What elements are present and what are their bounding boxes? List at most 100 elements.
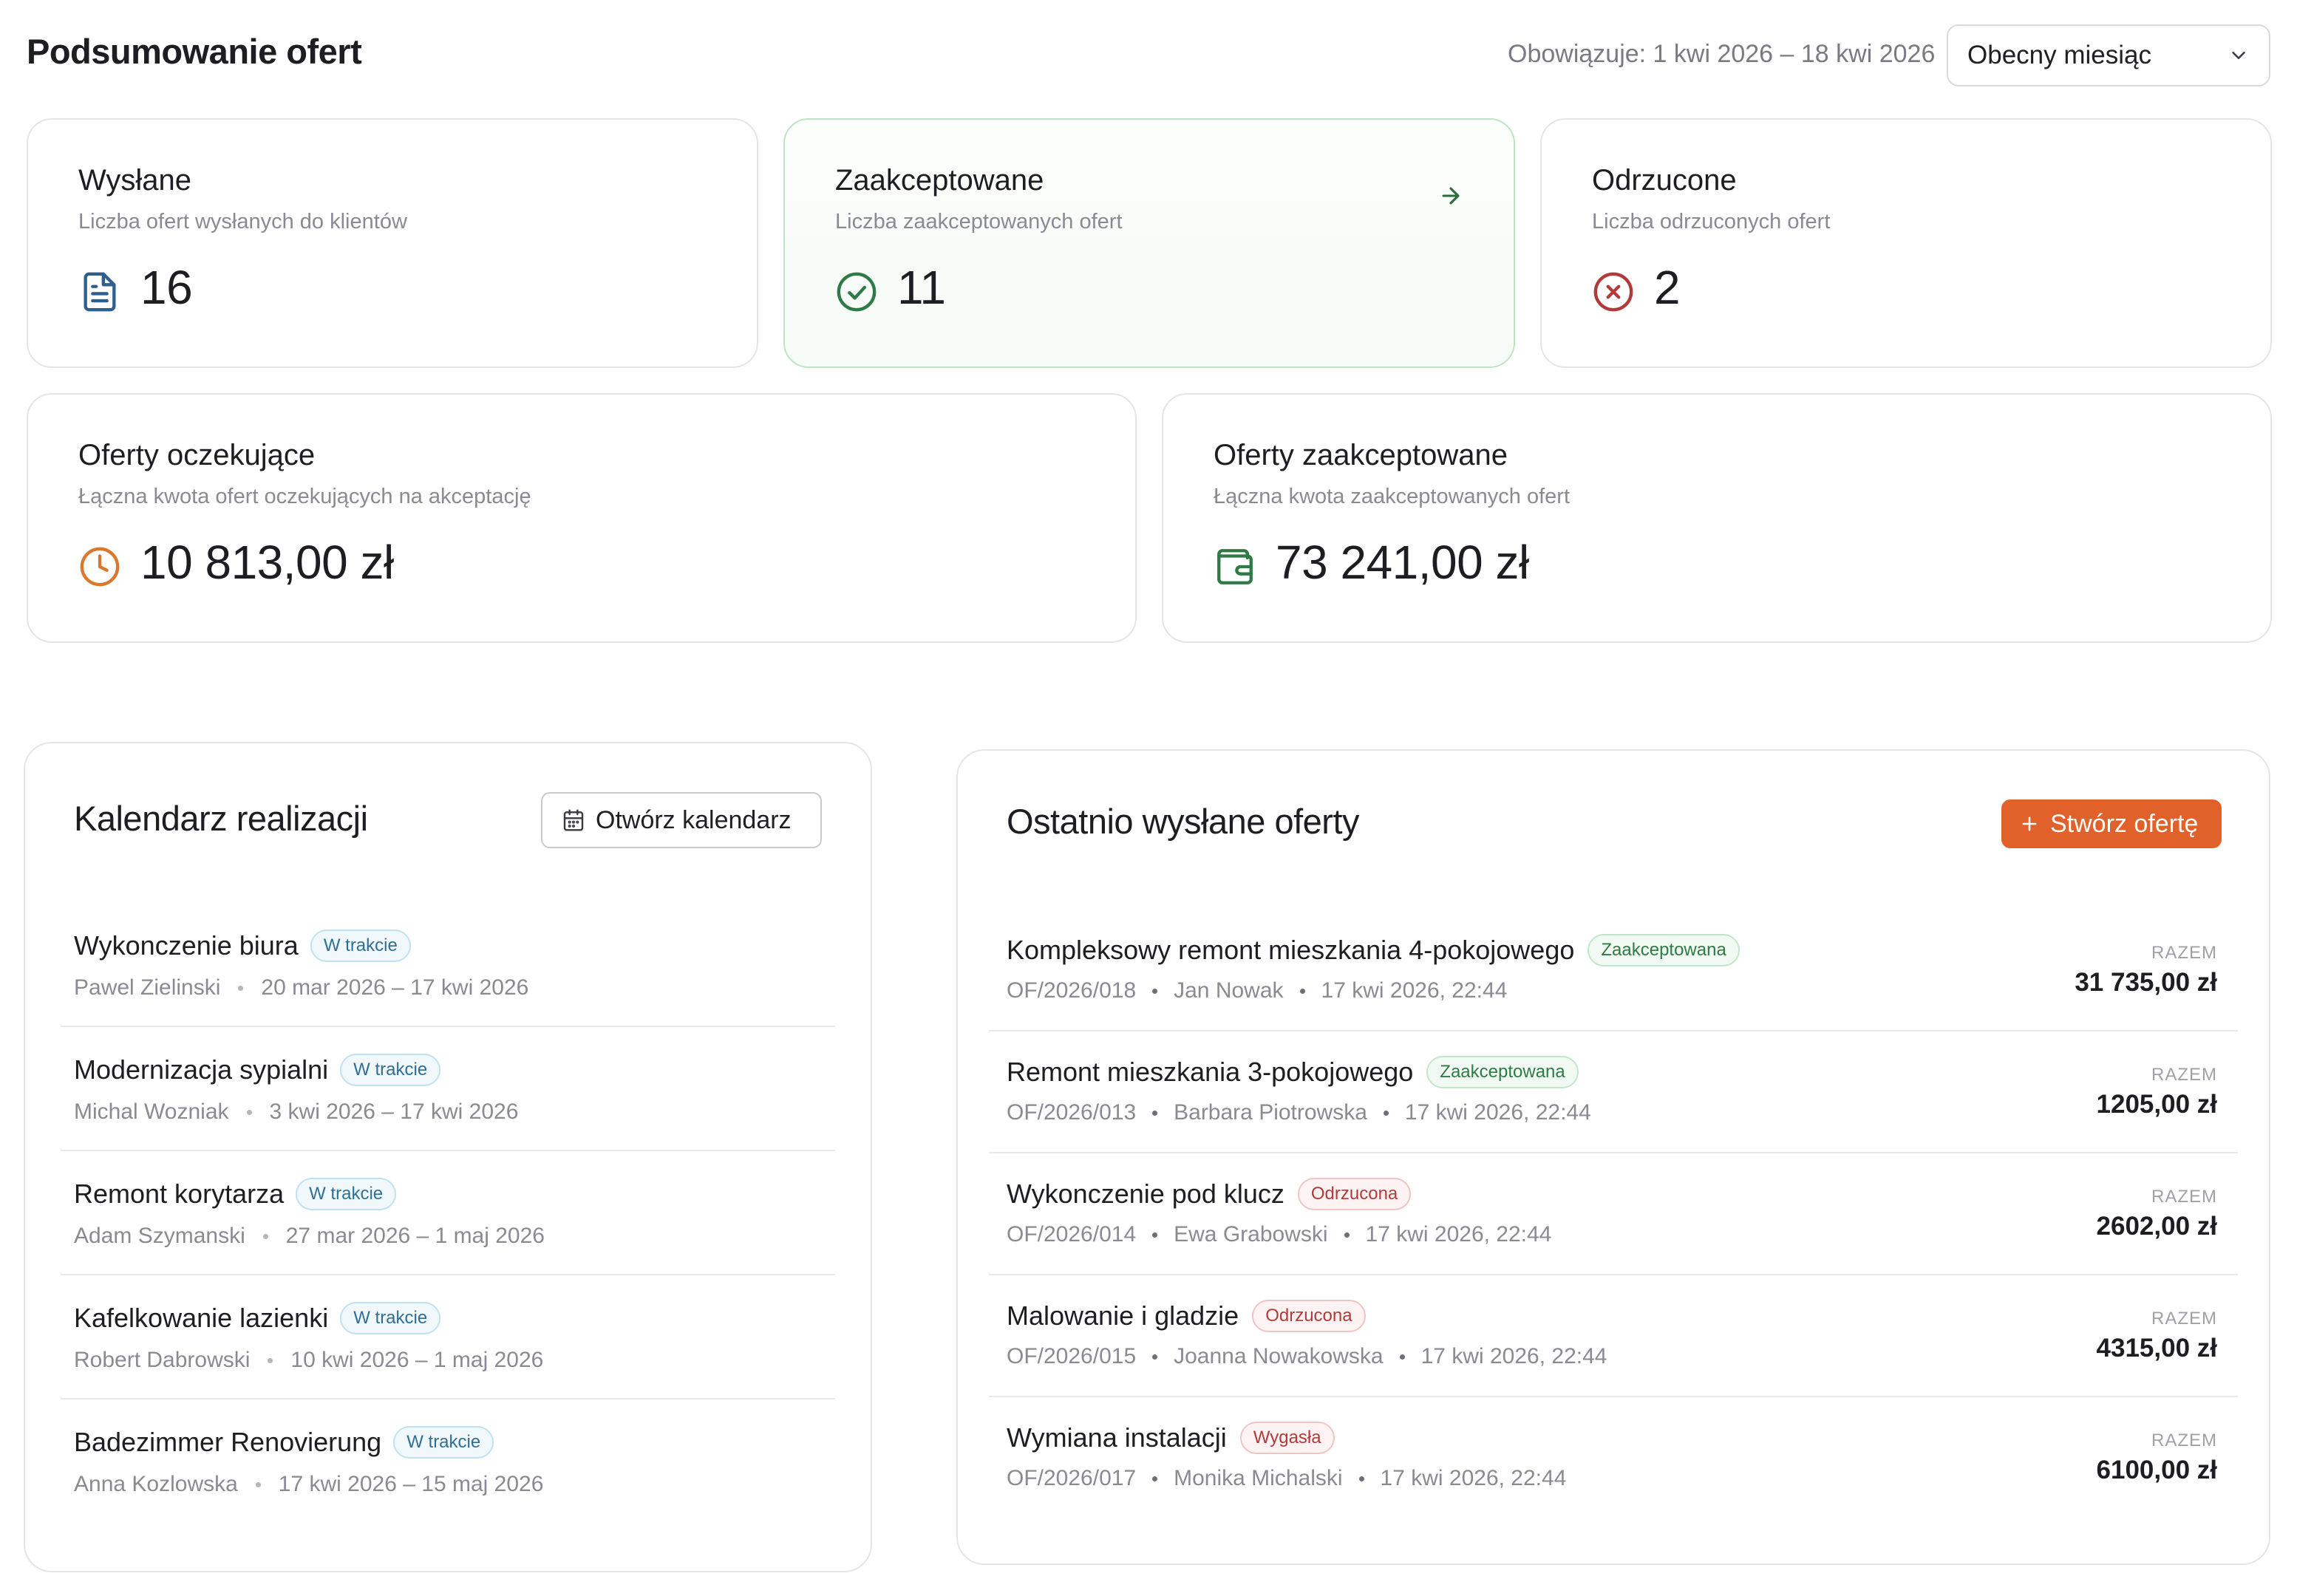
separator-dot xyxy=(1399,1354,1405,1360)
separator-dot xyxy=(268,1357,273,1363)
total-label: RAZEM xyxy=(2151,1430,2217,1450)
offer-date: 17 kwi 2026, 22:44 xyxy=(1380,1466,1567,1490)
calendar-item-title: Modernizacja sypialni xyxy=(74,1054,329,1085)
calendar-item-title: Wykonczenie biura xyxy=(74,930,299,961)
separator-dot xyxy=(1383,1110,1389,1116)
stat-card-rejected: Odrzucone Liczba odrzuconych ofert 2 xyxy=(1540,118,2272,368)
validity-range: Obowiązuje: 1 kwi 2026 – 18 kwi 2026 xyxy=(1508,40,1936,68)
chevron-down-icon xyxy=(2232,52,2245,59)
total-label: RAZEM xyxy=(2151,1187,2217,1207)
separator-dot xyxy=(1152,1476,1158,1481)
calendar-item[interactable]: Badezimmer Renovierung W trakcie Anna Koz… xyxy=(61,1426,835,1550)
status-badge: W trakcie xyxy=(393,1426,494,1459)
stat-subtitle: Łączna kwota ofert oczekujących na akcep… xyxy=(78,485,531,508)
stat-card-pending-amount: Oferty oczekujące Łączna kwota ofert ocz… xyxy=(27,393,1137,643)
status-badge: Wygasła xyxy=(1239,1422,1335,1454)
status-badge: Zaakceptowana xyxy=(1588,934,1740,966)
calendar-item-dates: 3 kwi 2026 – 17 kwi 2026 xyxy=(269,1099,519,1124)
calendar-item[interactable]: Wykonczenie biura W trakcie Pawel Zielins… xyxy=(61,930,835,1054)
divider xyxy=(989,1152,2238,1153)
offer-amount: 31 735,00 zł xyxy=(2075,968,2217,997)
offer-title: Malowanie i gladzie xyxy=(1007,1300,1239,1331)
separator-dot xyxy=(238,985,244,991)
status-badge: Zaakceptowana xyxy=(1426,1056,1579,1088)
plus-icon xyxy=(2022,816,2037,831)
status-badge: Odrzucona xyxy=(1297,1178,1412,1210)
divider xyxy=(61,1274,835,1275)
stat-value: 16 xyxy=(140,261,193,314)
stat-subtitle: Łączna kwota zaakceptowanych ofert xyxy=(1214,485,1570,508)
offer-row[interactable]: Malowanie i gladzie Odrzucona OF/2026/015… xyxy=(989,1300,2238,1422)
clock-icon xyxy=(80,547,120,587)
offer-number: OF/2026/018 xyxy=(1007,978,1137,1003)
offer-row[interactable]: Wykonczenie pod klucz Odrzucona OF/2026/0… xyxy=(989,1178,2238,1300)
offer-title: Wymiana instalacji xyxy=(1007,1422,1227,1453)
calendar-item-person: Michal Wozniak xyxy=(74,1099,229,1124)
stat-title: Zaakceptowane xyxy=(835,164,1044,197)
stat-value: 73 241,00 zł xyxy=(1276,536,1529,589)
separator-dot xyxy=(1299,988,1305,994)
status-badge: W trakcie xyxy=(340,1054,441,1086)
calendar-item-person: Anna Kozlowska xyxy=(74,1472,238,1496)
offer-row[interactable]: Kompleksowy remont mieszkania 4-pokojowe… xyxy=(989,934,2238,1057)
stat-subtitle: Liczba ofert wysłanych do klientów xyxy=(78,210,407,233)
stat-card-accepted[interactable]: Zaakceptowane Liczba zaakceptowanych ofe… xyxy=(783,118,1515,368)
stat-title: Oferty zaakceptowane xyxy=(1214,439,1508,471)
offer-title: Wykonczenie pod klucz xyxy=(1007,1179,1284,1209)
calendar-item[interactable]: Kafelkowanie lazienki W trakcie Robert Da… xyxy=(61,1302,835,1426)
check-circle-icon xyxy=(837,272,877,312)
offer-number: OF/2026/013 xyxy=(1007,1100,1137,1125)
calendar-item-title: Remont korytarza xyxy=(74,1179,285,1209)
offer-row[interactable]: Wymiana instalacji Wygasła OF/2026/017 Mon… xyxy=(989,1422,2238,1544)
page-title: Podsumowanie ofert xyxy=(27,32,362,71)
status-badge: W trakcie xyxy=(296,1178,397,1210)
total-label: RAZEM xyxy=(2151,1065,2217,1085)
calendar-item-person: Pawel Zielinski xyxy=(74,975,221,1000)
calendar-title: Kalendarz realizacji xyxy=(74,799,368,838)
divider xyxy=(989,1030,2238,1031)
offer-date: 17 kwi 2026, 22:44 xyxy=(1365,1222,1552,1247)
stat-value: 11 xyxy=(897,261,946,314)
separator-dot xyxy=(1358,1476,1364,1481)
calendar-item[interactable]: Remont korytarza W trakcie Adam Szymanski… xyxy=(61,1178,835,1302)
stat-value: 2 xyxy=(1654,261,1681,314)
arrow-right-icon xyxy=(1442,187,1460,205)
open-calendar-button[interactable]: Otwórz kalendarz xyxy=(541,792,822,848)
offer-row[interactable]: Remont mieszkania 3-pokojowego Zaakceptow… xyxy=(989,1056,2238,1179)
offers-title: Ostatnio wysłane oferty xyxy=(1007,802,1360,841)
calendar-item-person: Adam Szymanski xyxy=(74,1224,245,1248)
wallet-icon xyxy=(1217,549,1253,584)
separator-dot xyxy=(246,1109,252,1115)
status-badge: Odrzucona xyxy=(1252,1300,1366,1332)
separator-dot xyxy=(1344,1232,1350,1238)
offer-date: 17 kwi 2026, 22:44 xyxy=(1321,978,1508,1003)
separator-dot xyxy=(1152,1110,1158,1116)
offer-title: Remont mieszkania 3-pokojowego xyxy=(1007,1057,1414,1087)
calendar-item-dates: 17 kwi 2026 – 15 maj 2026 xyxy=(278,1472,544,1496)
calendar-item-title: Badezimmer Renovierung xyxy=(74,1427,382,1457)
period-select[interactable]: Obecny miesiąc xyxy=(1947,24,2270,86)
status-badge: W trakcie xyxy=(310,930,411,962)
x-circle-icon xyxy=(1593,272,1633,312)
create-offer-button[interactable]: Stwórz ofertę xyxy=(2001,799,2222,848)
separator-dot xyxy=(1152,1354,1158,1360)
calendar-item-person: Robert Dabrowski xyxy=(74,1348,251,1372)
divider xyxy=(61,1026,835,1027)
calendar-item[interactable]: Modernizacja sypialni W trakcie Michal Wo… xyxy=(61,1054,835,1178)
stat-title: Wysłane xyxy=(78,164,192,197)
divider xyxy=(61,1398,835,1399)
period-select-value: Obecny miesiąc xyxy=(1967,41,2151,69)
offer-client: Jan Nowak xyxy=(1174,978,1284,1003)
divider xyxy=(989,1274,2238,1275)
offer-amount: 4315,00 zł xyxy=(2096,1334,2217,1363)
stat-card-sent: Wysłane Liczba ofert wysłanych do klient… xyxy=(27,118,758,368)
stat-title: Odrzucone xyxy=(1592,164,1737,197)
offer-number: OF/2026/017 xyxy=(1007,1466,1137,1490)
stat-value: 10 813,00 zł xyxy=(140,536,394,589)
separator-dot xyxy=(1152,988,1158,994)
document-icon xyxy=(84,272,116,312)
stat-card-accepted-amount: Oferty zaakceptowane Łączna kwota zaakce… xyxy=(1162,393,2272,643)
stat-subtitle: Liczba odrzuconych ofert xyxy=(1592,210,1831,233)
offer-client: Barbara Piotrowska xyxy=(1174,1100,1367,1125)
separator-dot xyxy=(262,1233,268,1239)
